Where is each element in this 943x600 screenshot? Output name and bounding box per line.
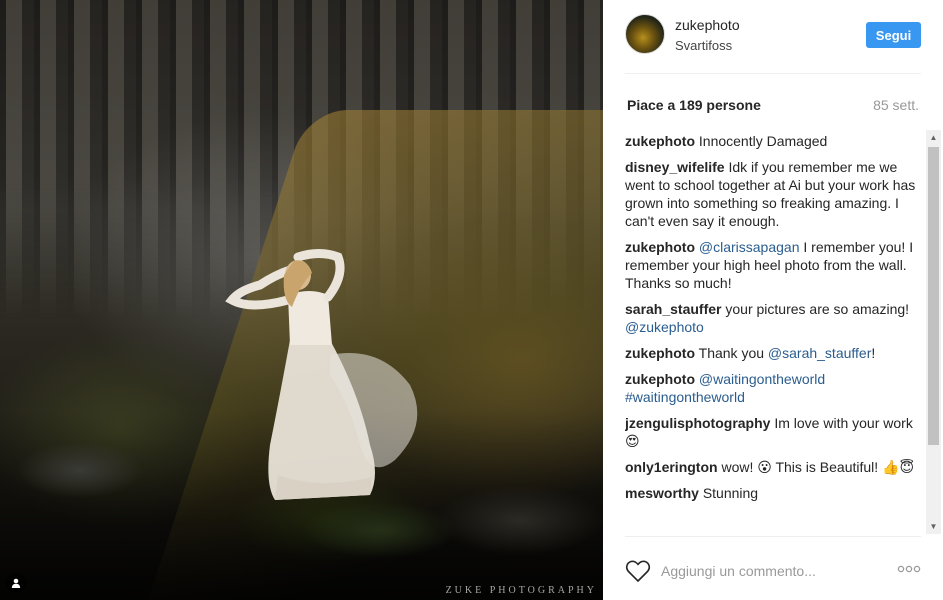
- heart-icon[interactable]: [625, 559, 651, 583]
- comment-item: only1erington wow! 😮 This is Beautiful! …: [625, 458, 925, 476]
- comment-text: Stunning: [702, 485, 759, 501]
- comment-mention[interactable]: @clarissapagan: [699, 239, 800, 255]
- post-username[interactable]: zukephoto: [675, 17, 740, 33]
- comment-item: disney_wifelife Idk if you remember me w…: [625, 158, 925, 230]
- woman-figure: [225, 249, 418, 500]
- scroll-down-icon[interactable]: ▼: [926, 519, 941, 534]
- comment-text: your pictures are so amazing!: [725, 301, 910, 317]
- comment-username[interactable]: jzengulisphotography: [625, 415, 770, 431]
- photo-watermark: ZUKE PHOTOGRAPHY: [445, 585, 597, 596]
- comment-item: sarah_stauffer your pictures are so amaz…: [625, 300, 925, 336]
- user-tag-button[interactable]: [6, 573, 26, 593]
- scroll-up-icon[interactable]: ▲: [926, 130, 941, 145]
- comment-item: zukephoto Thank you @sarah_stauffer!: [625, 344, 925, 362]
- post-time[interactable]: 85 sett.: [873, 97, 919, 113]
- comment-hashtag[interactable]: #waitingontheworld: [625, 389, 745, 405]
- post-header: zukephoto Svartifoss Segui: [625, 12, 921, 74]
- comment-footer: [625, 536, 921, 600]
- post-side-panel: zukephoto Svartifoss Segui Piace a 189 p…: [603, 0, 943, 600]
- likes-count[interactable]: Piace a 189 persone: [627, 97, 761, 113]
- comment-item: zukephoto Innocently Damaged: [625, 132, 925, 150]
- add-comment-input[interactable]: [661, 559, 881, 583]
- post-location[interactable]: Svartifoss: [675, 38, 732, 53]
- scrollbar-thumb[interactable]: [928, 147, 939, 445]
- comment-username[interactable]: zukephoto: [625, 371, 695, 387]
- comment-item: mesworthy Stunning: [625, 484, 925, 502]
- comment-username[interactable]: only1erington: [625, 459, 718, 475]
- comment-username[interactable]: disney_wifelife: [625, 159, 725, 175]
- comment-username[interactable]: zukephoto: [625, 133, 695, 149]
- comments-scrollbar[interactable]: ▲ ▼: [926, 130, 941, 534]
- comment-username[interactable]: zukephoto: [625, 239, 695, 255]
- comment-mention[interactable]: @waitingontheworld: [699, 371, 825, 387]
- comment-text: wow! 😮 This is Beautiful! 👍😇: [721, 459, 915, 475]
- likes-row: Piace a 189 persone 85 sett.: [625, 95, 919, 115]
- more-options-icon[interactable]: [897, 563, 921, 575]
- comment-item: zukephoto @clarissapagan I remember you!…: [625, 238, 925, 292]
- comment-mention[interactable]: @zukephoto: [625, 319, 704, 335]
- comment-item: jzengulisphotography Im love with your w…: [625, 414, 925, 450]
- comment-text: Innocently Damaged: [698, 133, 828, 149]
- post-photo[interactable]: ZUKE PHOTOGRAPHY: [0, 0, 603, 600]
- comment-text: Thank you: [698, 345, 765, 361]
- comment-mention[interactable]: @sarah_stauffer: [768, 345, 871, 361]
- avatar[interactable]: [625, 14, 665, 54]
- comment-username[interactable]: sarah_stauffer: [625, 301, 722, 317]
- comment-item: zukephoto @waitingontheworld #waitingont…: [625, 370, 925, 406]
- comments-list: zukephoto Innocently Damaged disney_wife…: [625, 132, 925, 534]
- comment-suffix: !: [871, 345, 876, 361]
- comment-username[interactable]: mesworthy: [625, 485, 699, 501]
- comment-username[interactable]: zukephoto: [625, 345, 695, 361]
- follow-button[interactable]: Segui: [866, 22, 921, 48]
- user-tag-icon: [11, 578, 21, 588]
